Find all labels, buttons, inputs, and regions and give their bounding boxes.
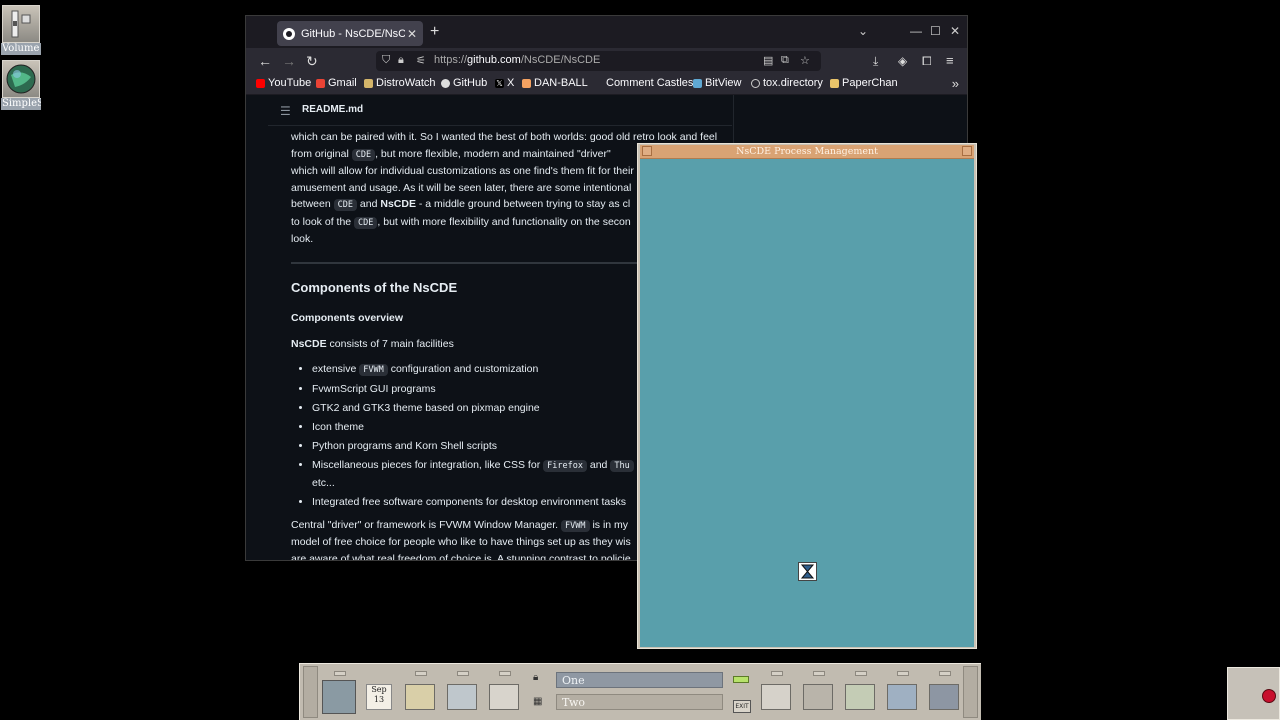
calendar-month: Sep <box>371 685 387 694</box>
bookmark-github[interactable]: GitHub <box>441 77 487 89</box>
printer-icon <box>761 684 791 710</box>
translate-icon[interactable]: ⧉ <box>781 54 789 67</box>
readme-header: ☰ README.md <box>268 95 732 126</box>
style-manager-icon <box>803 684 833 710</box>
readme-filename[interactable]: README.md <box>302 104 363 115</box>
bookmarks-bar: YouTube Gmail DistroWatch GitHub 𝕏X DAN-… <box>246 74 967 95</box>
bookmark-paperchan[interactable]: PaperChan <box>830 77 898 89</box>
help-button[interactable] <box>925 671 963 719</box>
record-indicator-icon[interactable] <box>1262 689 1276 703</box>
help-icon <box>929 684 959 710</box>
lock-screen-icon[interactable]: 🔒︎ <box>533 672 538 683</box>
close-window-icon[interactable]: ✕ <box>950 24 960 38</box>
back-icon[interactable]: ← <box>258 53 272 69</box>
menu-icon[interactable]: ≡ <box>946 53 954 69</box>
printer-button[interactable] <box>757 671 795 719</box>
forward-icon[interactable]: → <box>282 53 296 69</box>
shield-icon[interactable]: ⛉ <box>382 54 390 67</box>
exit-button[interactable]: EXIT <box>733 700 751 713</box>
x-icon: 𝕏 <box>495 78 504 88</box>
bookmark-comment-castles[interactable]: Comment Castles <box>606 77 693 89</box>
bookmark-distrowatch[interactable]: DistroWatch <box>364 77 436 89</box>
gmail-icon <box>316 78 325 88</box>
puzzle-icon[interactable]: ⧠ <box>922 53 932 69</box>
tab-bar: GitHub - NsCDE/NsCDE ✕ + ⌄ — ☐ ✕ <box>246 16 967 48</box>
clock-button[interactable] <box>320 671 358 719</box>
workspace-grid-icon[interactable]: ▦ <box>533 696 542 707</box>
url-text[interactable]: https://github.com/NsCDE/NsCDE <box>434 54 600 66</box>
reader-view-icon[interactable]: ▤ <box>763 54 773 67</box>
nav-bar: ← → ↻ ⛉ 🔒︎ ⚟ https://github.com/NsCDE/Ns… <box>246 48 967 74</box>
minimize-icon[interactable]: — <box>910 24 922 38</box>
window-title-bar[interactable]: NsCDE Process Management <box>640 145 974 159</box>
more-bookmarks-icon[interactable]: » <box>952 76 959 91</box>
calendar-day: 13 <box>373 695 385 704</box>
calendar-button[interactable]: Sep 13 <box>366 684 392 710</box>
globe-icon <box>751 78 760 88</box>
media-icon <box>887 684 917 710</box>
globe-icon <box>2 60 40 98</box>
desktop-icon-label: SimpleS <box>1 98 41 110</box>
panel-right-handle[interactable] <box>963 666 978 718</box>
dan-ball-icon <box>522 78 531 88</box>
paperchan-icon <box>830 78 839 88</box>
terminal-icon <box>447 684 477 710</box>
volume-icon <box>2 5 40 43</box>
outline-list-icon[interactable]: ☰ <box>280 104 291 118</box>
bitview-icon <box>693 78 702 88</box>
desktop-icon-label: Volume <box>1 43 41 55</box>
system-tray <box>1227 667 1280 720</box>
url-bar[interactable]: ⛉ 🔒︎ ⚟ https://github.com/NsCDE/NsCDE ▤ … <box>376 51 821 71</box>
media-button[interactable] <box>883 671 921 719</box>
tab-list-icon[interactable]: ⌄ <box>858 24 868 38</box>
youtube-icon <box>256 78 265 88</box>
clock-icon <box>322 680 356 714</box>
tab-github[interactable]: GitHub - NsCDE/NsCDE ✕ <box>277 21 423 46</box>
file-manager-button[interactable] <box>401 671 439 719</box>
bookmark-tox-directory[interactable]: tox.directory <box>751 77 823 89</box>
bookmark-bitview[interactable]: BitView <box>693 77 741 89</box>
lock-icon[interactable]: 🔒︎ <box>398 54 404 67</box>
app-manager-icon <box>845 684 875 710</box>
workspace-one-button[interactable]: One <box>556 672 723 688</box>
bookmark-star-icon[interactable]: ☆ <box>800 54 810 67</box>
tab-title: GitHub - NsCDE/NsCDE <box>301 27 405 40</box>
workspace-two-button[interactable]: Two <box>556 694 723 710</box>
panel-left-handle[interactable] <box>303 666 318 718</box>
bookmark-dan-ball[interactable]: DAN-BALL <box>522 77 588 89</box>
permissions-icon[interactable]: ⚟ <box>416 54 426 67</box>
close-tab-icon[interactable]: ✕ <box>405 27 419 41</box>
bookmark-x[interactable]: 𝕏X <box>495 77 514 89</box>
bookmark-gmail[interactable]: Gmail <box>316 77 357 89</box>
mail-icon <box>489 684 519 710</box>
mail-button[interactable] <box>485 671 523 719</box>
new-tab-icon[interactable]: + <box>430 23 439 41</box>
window-title: NsCDE Process Management <box>736 146 878 157</box>
distrowatch-icon <box>364 78 373 88</box>
app-manager-button[interactable] <box>841 671 879 719</box>
window-minimize-button[interactable] <box>962 146 972 156</box>
github-icon <box>441 78 450 88</box>
busy-light-icon <box>733 676 749 683</box>
download-icon[interactable]: ⤓ <box>873 53 878 69</box>
desktop-icon-volume[interactable]: Volume <box>1 5 41 55</box>
reload-icon[interactable]: ↻ <box>306 53 318 69</box>
hourglass-cursor-icon <box>798 562 817 581</box>
extension-icon[interactable]: ◈ <box>898 53 907 69</box>
style-manager-button[interactable] <box>799 671 837 719</box>
bookmark-youtube[interactable]: YouTube <box>256 77 311 89</box>
folder-icon <box>405 684 435 710</box>
terminal-button[interactable] <box>443 671 481 719</box>
github-icon <box>283 27 295 40</box>
maximize-icon[interactable]: ☐ <box>930 24 941 38</box>
desktop-icon-simples[interactable]: SimpleS <box>1 60 41 110</box>
